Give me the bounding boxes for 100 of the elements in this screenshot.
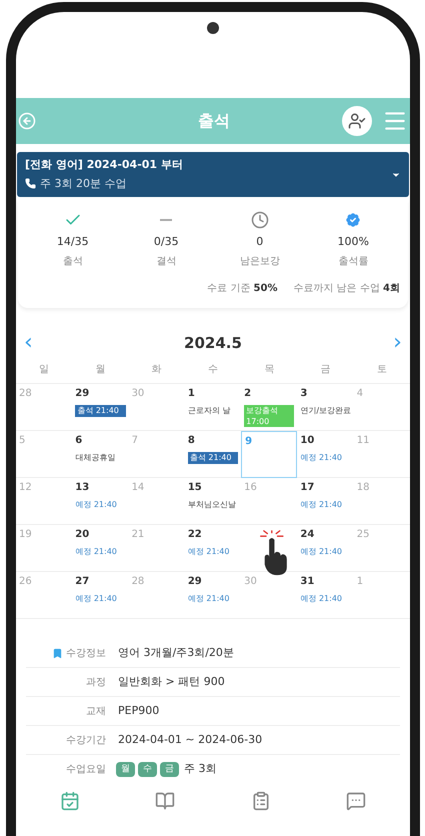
scheduled-text: 예정 21:40: [300, 593, 342, 605]
calendar-day[interactable]: 28: [16, 384, 72, 431]
calendar-day[interactable]: 16: [241, 478, 298, 525]
info-value: 영어 3개월/주3회/20분: [118, 644, 234, 661]
calendar-day[interactable]: 30: [241, 572, 298, 619]
page-title: 출석: [197, 110, 231, 132]
next-month-button[interactable]: ›: [393, 332, 402, 354]
calendar-day[interactable]: 5: [16, 431, 72, 478]
info-value: PEP900: [118, 702, 160, 719]
bookmark-icon: [52, 648, 63, 658]
calendar-day[interactable]: 6 대체공휴일: [72, 431, 129, 478]
camera-icon: [207, 22, 219, 34]
day-number: 7: [132, 434, 138, 447]
chat-icon[interactable]: [345, 790, 368, 812]
day-number: 27: [75, 575, 90, 588]
calendar-day[interactable]: 21: [128, 525, 185, 572]
calendar-day[interactable]: 29 출석 21:40: [72, 384, 129, 431]
calendar-day[interactable]: 22 예정 21:40: [184, 525, 242, 572]
scheduled-text: 예정 21:40: [300, 546, 342, 558]
day-number: 31: [300, 575, 314, 588]
calendar-day[interactable]: 1: [354, 572, 410, 619]
weekday-label: 월: [94, 363, 106, 377]
attendance-tag: 출석 21:40: [75, 405, 126, 417]
scheduled-text: 예정 21:40: [75, 546, 117, 558]
calendar-day[interactable]: 3 연기/보강완료: [297, 384, 354, 431]
calendar-day[interactable]: 13 예정 21:40: [72, 478, 129, 525]
day-number: 30: [132, 387, 144, 400]
day-number: 28: [19, 387, 32, 400]
day-number: 29: [188, 575, 202, 588]
day-number: 25: [356, 528, 370, 541]
day-number: 29: [75, 387, 90, 400]
stat-value: 14/35: [56, 234, 89, 250]
day-number: 1: [356, 575, 364, 588]
calendar-day[interactable]: 24 예정 21:40: [297, 525, 354, 572]
day-number: 24: [300, 528, 314, 541]
calendar-day[interactable]: 27 예정 21:40: [72, 572, 129, 619]
info-label: 수강기간: [66, 734, 106, 748]
info-label: 수강정보: [66, 646, 106, 660]
calendar-day[interactable]: 14: [128, 478, 185, 525]
day-number: 17: [300, 481, 314, 494]
badge-check-icon: [344, 211, 362, 229]
stat-label: 출석률: [338, 254, 368, 268]
calendar-day[interactable]: 4: [354, 384, 410, 431]
day-number: 22: [188, 528, 202, 541]
day-chip: 금: [160, 762, 179, 778]
day-chip: 수: [138, 762, 157, 778]
calendar-day[interactable]: 2 보강출석 17:00: [241, 384, 298, 431]
calendar-day[interactable]: 8 출석 21:40: [184, 431, 242, 478]
calendar-day[interactable]: 20 예정 21:40: [72, 525, 129, 572]
attendance-tag: 출석 21:40: [188, 452, 238, 464]
calendar-day[interactable]: 29 예정 21:40: [184, 572, 242, 619]
day-number: 8: [188, 434, 195, 447]
makeup-tag: 보강출석 17:00: [244, 405, 294, 427]
scheduled-text: 예정 21:40: [188, 546, 230, 558]
calendar-day[interactable]: 25: [354, 525, 410, 572]
stat-value: 0/35: [154, 234, 179, 250]
calendar-icon[interactable]: [58, 790, 81, 812]
scheduled-text: 예정 21:40: [75, 499, 117, 511]
scheduled-text: 예정 21:40: [300, 452, 342, 464]
dash-icon: [160, 219, 172, 221]
day-number: 20: [75, 528, 90, 541]
holiday-text: 근로자의 날: [188, 405, 230, 417]
phone-icon: [25, 178, 36, 190]
info-label: 교재: [86, 704, 106, 718]
calendar-day[interactable]: 26: [16, 572, 72, 619]
day-number: 28: [132, 575, 144, 588]
stat-value: 100%: [338, 234, 369, 250]
weekday-label: 목: [263, 363, 276, 377]
book-icon[interactable]: [154, 790, 176, 812]
course-dropdown[interactable]: [전화 영어] 2024-04-01 부터 주 3회 20분 수업: [17, 152, 409, 197]
day-number: 6: [75, 434, 82, 447]
scheduled-text: 예정 21:40: [188, 593, 230, 605]
calendar-day[interactable]: 18: [354, 478, 410, 525]
calendar-day[interactable]: 30: [128, 384, 185, 431]
info-label: 수업요일: [66, 763, 106, 777]
day-number: 30: [244, 575, 257, 588]
day-number: 16: [244, 481, 257, 494]
day-number: 13: [75, 481, 90, 494]
prev-month-button[interactable]: ‹: [24, 332, 33, 354]
weekday-label: 토: [376, 363, 388, 377]
calendar-day[interactable]: 17 예정 21:40: [297, 478, 354, 525]
calendar-day[interactable]: 7: [128, 431, 185, 478]
calendar-day[interactable]: 1 근로자의 날: [184, 384, 242, 431]
calendar-day[interactable]: 28: [128, 572, 185, 619]
calendar-day[interactable]: 11: [354, 431, 410, 478]
calendar-day[interactable]: 10 예정 21:40: [297, 431, 354, 478]
calendar-day[interactable]: 19: [16, 525, 72, 572]
calendar-day[interactable]: 31 예정 21:40: [297, 572, 354, 619]
stat-value: 0: [256, 234, 264, 250]
scheduled-text: 예정 21:40: [300, 499, 342, 511]
day-number: 3: [300, 387, 308, 400]
calendar-day[interactable]: 9: [241, 431, 298, 478]
profile-button[interactable]: [342, 106, 372, 136]
calendar-day[interactable]: 15 부처님오신날: [184, 478, 242, 525]
back-icon[interactable]: [18, 112, 36, 130]
weekday-label: 금: [320, 363, 332, 377]
stat-label: 출석: [62, 254, 83, 268]
info-value: 주 3회: [184, 761, 216, 778]
calendar-day[interactable]: 12: [16, 478, 72, 525]
info-value: 일반회화 > 패턴 900: [118, 674, 225, 690]
